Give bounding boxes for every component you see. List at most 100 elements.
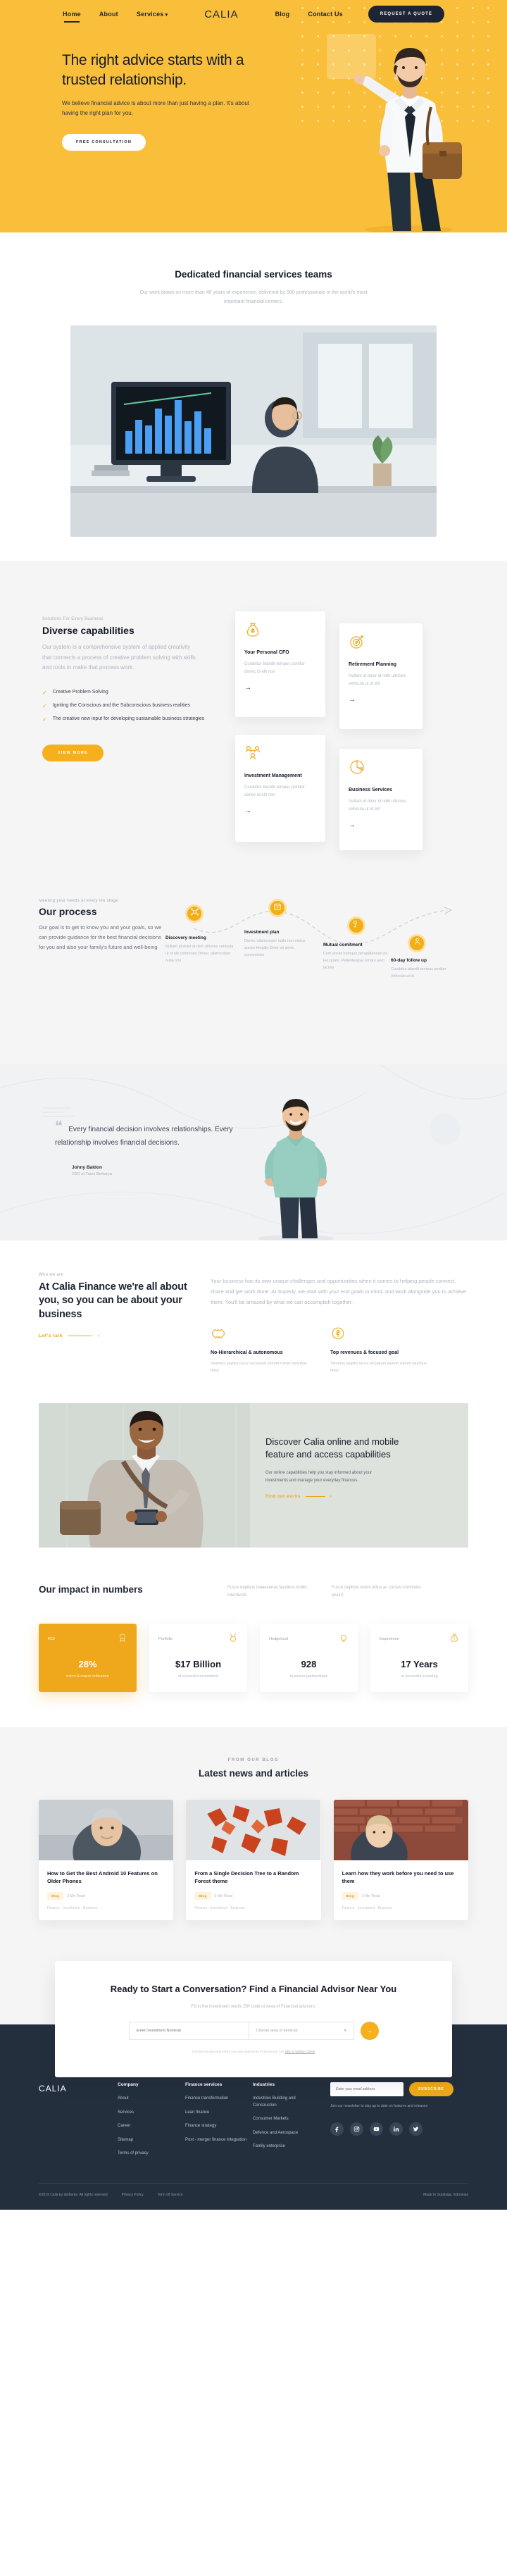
- view-more-button[interactable]: VIEW MORE: [42, 745, 104, 762]
- capability-card-body: Curabitur blandit tempus portitor donec …: [244, 785, 305, 797]
- impact-section: Our impact in numbers Fusce dapibus maae…: [0, 1547, 507, 1727]
- blog-post-tags: Finance · Investment · Business: [342, 1906, 393, 1911]
- footer-link-post-merger[interactable]: Post - merger finance integration: [185, 2137, 250, 2144]
- about-feature-title: No-Hierarchical & autonomous: [211, 1350, 283, 1355]
- hero-heading: The right advice starts with a trusted r…: [62, 52, 244, 88]
- arrow-right-icon[interactable]: →: [349, 696, 356, 704]
- network-icon: [190, 907, 199, 920]
- footer-logo[interactable]: CALIA: [39, 2082, 118, 2165]
- subscribe-button[interactable]: SUBSCRIBE: [409, 2082, 453, 2097]
- footer-link-defence-aerospace[interactable]: Defence and Aerospace: [253, 2130, 318, 2137]
- cta-submit-button[interactable]: →: [360, 2021, 379, 2040]
- find-out-link[interactable]: Find out works ›: [265, 1495, 399, 1499]
- cta-subtitle: Fill in the investment worth, ZIP code o…: [191, 2004, 316, 2009]
- chevron-down-icon: ▾: [165, 13, 168, 18]
- blog-post-category: Blog: [342, 1892, 358, 1900]
- brand-logo[interactable]: CALIA: [204, 8, 238, 20]
- newsletter-note: Join our newsletter to stay up to date o…: [330, 2104, 428, 2109]
- nav-item-blog[interactable]: Blog: [275, 11, 290, 18]
- arrow-right-icon[interactable]: →: [349, 821, 356, 829]
- teams-section: Dedicated financial services teams Our w…: [0, 232, 507, 537]
- capability-card[interactable]: Retirement Planning Nullam id dolor id n…: [339, 623, 423, 729]
- footer-link-about[interactable]: About: [118, 2096, 182, 2103]
- cta-card: Ready to Start a Conversation? Find a Fi…: [55, 1961, 452, 2077]
- footer-link-family-enterprise[interactable]: Family enterprise: [253, 2143, 318, 2151]
- blog-title: Latest news and articles: [198, 1767, 309, 1779]
- process-body: Our goal is to get to know you and your …: [39, 923, 162, 951]
- instagram-icon[interactable]: [350, 2122, 363, 2136]
- arrow-right-icon[interactable]: →: [244, 684, 251, 692]
- arrow-right-icon[interactable]: →: [244, 807, 251, 815]
- footer-link-consumer-markets[interactable]: Consumer Markets: [253, 2116, 318, 2123]
- check-label: Igniting the Conscious and the Subconsci…: [52, 703, 191, 709]
- capabilities-text: Solutions For Every Business Diverse cap…: [42, 604, 218, 858]
- capabilities-title: Diverse capabilities: [42, 624, 134, 636]
- capability-card[interactable]: Your Personal CFO Curabitur blandit temp…: [235, 611, 325, 717]
- process-step-body: Cum sociis natoquo penatiAenean eu leo q…: [323, 951, 388, 970]
- capabilities-section: Solutions For Every Business Diverse cap…: [0, 560, 507, 899]
- footer-link-career[interactable]: Career: [118, 2123, 182, 2130]
- capability-card-title: Your Personal CFO: [244, 649, 289, 655]
- blog-post-readtime: 3 Min Read: [67, 1893, 85, 1898]
- nav-item-home[interactable]: Home: [63, 11, 81, 18]
- advisor-check-link[interactable]: SEC's Advisor Check: [285, 2050, 315, 2053]
- footer-link-terms-of-privacy[interactable]: Terms of privacy: [118, 2151, 182, 2158]
- process-step-title: Discovery meeting: [165, 935, 206, 940]
- youtube-icon[interactable]: [370, 2122, 383, 2136]
- blog-post-card[interactable]: From a Single Decision Tree to a Random …: [186, 1799, 321, 1921]
- term-of-service-link[interactable]: Term Of Service: [158, 2193, 183, 2197]
- footer-link-building-construction[interactable]: Industries Building and Construction: [253, 2096, 318, 2109]
- stat-sub: of sucessful investment: [177, 1674, 219, 1679]
- footer-link-finance-transformation[interactable]: Finance transformation: [185, 2096, 250, 2103]
- blog-posts: How to Get the Best Android 10 Features …: [39, 1799, 468, 1921]
- capability-card[interactable]: Business Services Nullam id dolor id nib…: [339, 748, 423, 850]
- medal-icon: [228, 1633, 238, 1646]
- blog-post-card[interactable]: Learn how they work before you need to u…: [333, 1799, 468, 1921]
- handshake-icon: [211, 1326, 315, 1345]
- nav-item-services[interactable]: Services ▾: [137, 11, 168, 18]
- blog-post-card[interactable]: How to Get the Best Android 10 Features …: [39, 1799, 174, 1921]
- process-step-body: Curabitur blandit tempus portitor Vehicu…: [391, 966, 446, 978]
- process-step: Discovery meeting Nullam id dolor id nib…: [165, 935, 234, 965]
- blog-post-title: Learn how they work before you need to u…: [342, 1869, 454, 1884]
- process-step-title: 60-day follow up: [391, 957, 427, 963]
- lets-talk-link[interactable]: Let's talk ›: [39, 1333, 188, 1338]
- footer-link-finance-strategy[interactable]: Finance strategy: [185, 2123, 250, 2130]
- discover-body: Our online capabilities help you stay in…: [265, 1470, 373, 1483]
- hero-businessman-illustration: [354, 48, 462, 232]
- stat-label: ROI: [48, 1637, 55, 1642]
- list-item: ✓ The creative new input for developing …: [42, 716, 218, 724]
- free-consultation-button[interactable]: FREE CONSULTATION: [62, 134, 146, 151]
- twitter-icon[interactable]: [409, 2122, 423, 2136]
- footer-link-lean-finance[interactable]: Lean finance: [185, 2110, 250, 2117]
- services-area-select[interactable]: Choose area of services ▾: [248, 2021, 354, 2040]
- nav-item-about[interactable]: About: [99, 11, 118, 18]
- capability-card[interactable]: Investment Management Curabitur blandit …: [235, 734, 325, 842]
- capabilities-eyebrow: Solutions For Every Business: [42, 616, 104, 621]
- capability-cards: Your Personal CFO Curabitur blandit temp…: [235, 604, 461, 858]
- privacy-policy-link[interactable]: Privacy Policy: [122, 2193, 144, 2197]
- testimonial-author: Johny Baldon: [72, 1164, 102, 1170]
- request-quote-button[interactable]: REQUEST A QUOTE: [368, 6, 444, 23]
- main-navigation: Home About Services ▾ CALIA Blog Contact …: [0, 0, 507, 24]
- process-step-title: Investment plan: [244, 929, 280, 935]
- testimonial-person-illustration: [258, 1098, 334, 1240]
- nav-item-contact-us[interactable]: Contact Us: [308, 11, 343, 18]
- process-section: Meeting your needs at every life stage O…: [0, 898, 507, 1064]
- process-badge: [408, 933, 426, 952]
- arrow-right-icon: ›: [330, 1494, 332, 1499]
- newsletter-email-input[interactable]: [330, 2082, 403, 2097]
- footer-column-company: Company About Services Career Sitemap Te…: [118, 2082, 182, 2165]
- facebook-icon[interactable]: [330, 2122, 344, 2136]
- blog-post-title: How to Get the Best Android 10 Features …: [47, 1869, 158, 1884]
- footer-link-services[interactable]: Services: [118, 2110, 182, 2117]
- discover-section: Discover Calia online and mobile feature…: [39, 1402, 468, 1548]
- footer-link-sitemap[interactable]: Sitemap: [118, 2137, 182, 2144]
- capability-card-body: Nullam id dolor id nibh ultricies vehicu…: [349, 674, 406, 686]
- about-feature-body: Vivamus sagittis lacus vel jaquet laoree…: [211, 1362, 307, 1373]
- process-title: Our process: [39, 905, 97, 917]
- check-icon: ✓: [42, 690, 47, 697]
- stat-value: 928: [301, 1658, 317, 1669]
- linkedin-icon[interactable]: [389, 2122, 403, 2136]
- investment-nominal-input[interactable]: [128, 2021, 249, 2040]
